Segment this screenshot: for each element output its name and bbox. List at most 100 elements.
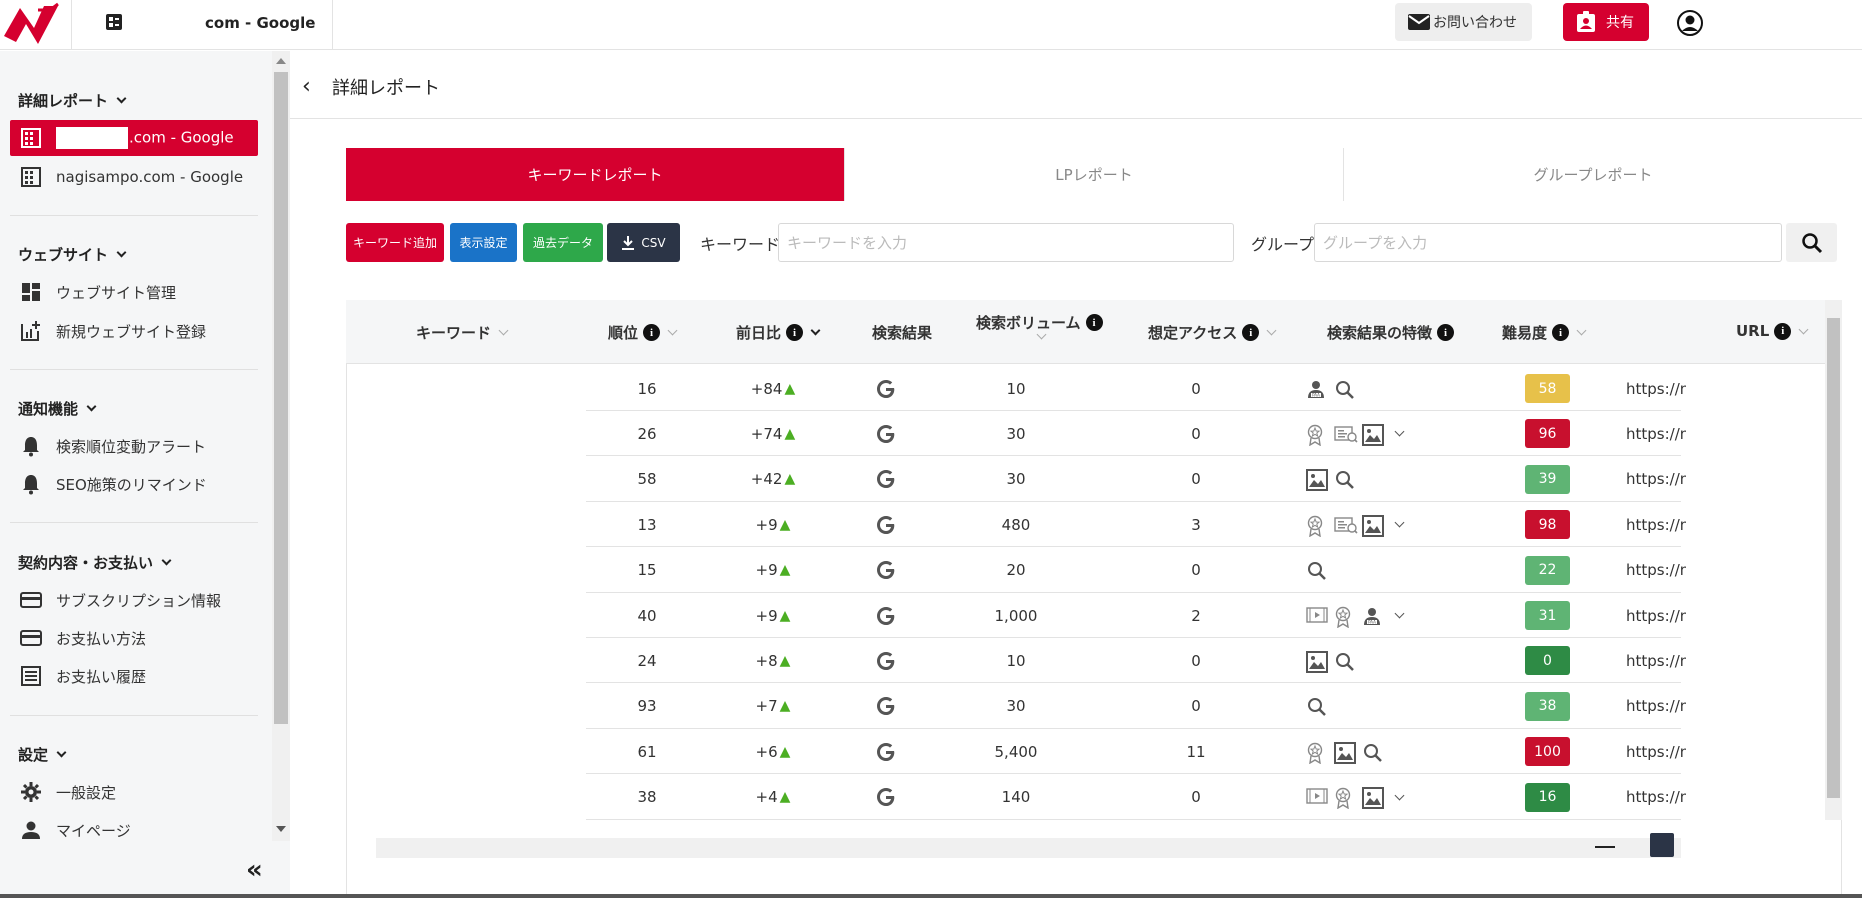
google-icon[interactable] [851, 593, 921, 638]
url-link[interactable]: https://n [1626, 366, 1686, 411]
expand-features-icon[interactable] [1394, 426, 1405, 437]
minimize-icon[interactable] [1583, 833, 1627, 861]
google-icon[interactable] [851, 775, 921, 820]
tab-group-report[interactable]: グループレポート [1344, 148, 1842, 201]
col-url[interactable]: URL i [1736, 322, 1809, 340]
table-row[interactable]: 24 +8 ▲ 10 0 0 https://n [586, 638, 1686, 684]
google-icon[interactable] [851, 502, 921, 547]
info-icon[interactable]: i [1437, 324, 1455, 341]
scroll-up-icon[interactable] [276, 58, 286, 64]
url-link[interactable]: https://n [1626, 411, 1686, 456]
url-link[interactable]: https://n [1626, 502, 1686, 547]
brand-logo[interactable] [0, 0, 72, 50]
csv-button[interactable]: CSV [607, 223, 680, 262]
info-icon[interactable]: i [1774, 322, 1792, 340]
add-keyword-button[interactable]: キーワード追加 [346, 223, 444, 262]
google-icon[interactable] [851, 729, 921, 774]
url-link[interactable]: https://n [1626, 457, 1686, 502]
sidebar-item-nagisampo[interactable]: nagisampo.com - Google [10, 159, 258, 195]
sidebar-item-payment-history[interactable]: お支払い履歴 [10, 658, 258, 694]
search-button[interactable] [1786, 223, 1837, 262]
url-link[interactable]: https://n [1626, 775, 1686, 820]
display-settings-button[interactable]: 表示設定 [450, 223, 517, 262]
col-difficulty[interactable]: 難易度 i [1502, 322, 1587, 343]
table-row[interactable]: 38 +4 ▲ 140 0 16 https://n [586, 775, 1686, 820]
table-row[interactable]: 16 +84 ▲ 10 0 PAA 58 https://n [586, 366, 1686, 411]
video-icon [1306, 787, 1328, 807]
expand-features-icon[interactable] [1394, 517, 1405, 528]
sidebar-item-seo-remind[interactable]: SEO施策のリマインド [10, 466, 258, 502]
col-rank[interactable]: 順位 i [608, 322, 678, 343]
sidebar-item-new-website[interactable]: 新規ウェブサイト登録 [10, 313, 258, 349]
sidebar-item-rank-alert[interactable]: 検索順位変動アラート [10, 428, 258, 464]
col-diff[interactable]: 前日比 i [736, 322, 821, 343]
sidebar-item-website-manage[interactable]: ウェブサイト管理 [10, 274, 258, 310]
table-row[interactable]: 93 +7 ▲ 30 0 38 https://n [586, 684, 1686, 729]
back-icon[interactable]: ‹ [302, 74, 311, 99]
table-row[interactable]: 40 +9 ▲ 1,000 2 PAA 31 https://n [586, 593, 1686, 638]
section-title: 設定 [18, 746, 49, 764]
table-row[interactable]: 13 +9 ▲ 480 3 98 https://n [586, 502, 1686, 548]
col-volume[interactable]: 検索ボリューム i [976, 312, 1103, 340]
sidebar-scroll-thumb[interactable] [274, 72, 288, 724]
collapse-sidebar-icon[interactable]: « [246, 855, 263, 885]
info-icon[interactable]: i [1242, 324, 1260, 341]
sidebar-item-mypage[interactable]: マイページ [10, 812, 258, 848]
col-keyword[interactable]: キーワード [416, 322, 509, 343]
table-horizontal-scrollbar[interactable] [376, 838, 1681, 858]
past-data-button[interactable]: 過去データ [523, 223, 603, 262]
up-arrow-icon: ▲ [779, 607, 791, 624]
url-link[interactable]: https://n [1626, 638, 1686, 683]
chevron-down-icon [56, 747, 67, 758]
col-access[interactable]: 想定アクセス i [1148, 322, 1277, 343]
sidebar-item-label: お支払い方法 [56, 629, 147, 648]
sidebar-item-payment-method[interactable]: お支払い方法 [10, 620, 258, 656]
table-row[interactable]: 58 +42 ▲ 30 0 39 https://n [586, 457, 1686, 502]
url-link[interactable]: https://n [1626, 684, 1686, 729]
header-label: 検索結果 [872, 324, 933, 342]
divider [332, 0, 333, 50]
section-notifications[interactable]: 通知機能 [18, 398, 97, 419]
keyword-input[interactable]: キーワードを入力 [778, 223, 1234, 262]
expand-features-icon[interactable] [1394, 608, 1405, 619]
contact-button[interactable]: お問い合わせ [1395, 3, 1532, 41]
google-icon[interactable] [851, 638, 921, 683]
sidebar-item-report-google[interactable]: .com - Google [10, 120, 258, 156]
url-link[interactable]: https://n [1626, 548, 1686, 593]
google-icon[interactable] [851, 548, 921, 593]
google-icon[interactable] [851, 411, 921, 456]
table-row[interactable]: 61 +6 ▲ 5,400 11 100 https://n [586, 729, 1686, 775]
tab-keyword-report[interactable]: キーワードレポート [346, 148, 845, 201]
url-link[interactable]: https://n [1626, 593, 1686, 638]
url-link[interactable]: https://n [1626, 729, 1686, 774]
info-icon[interactable]: i [643, 324, 661, 341]
section-settings[interactable]: 設定 [18, 744, 67, 765]
group-input[interactable]: グループを入力 [1314, 223, 1782, 262]
section-detail-report[interactable]: 詳細レポート [18, 90, 127, 111]
scroll-down-icon[interactable] [276, 826, 286, 832]
expand-features-icon[interactable] [1394, 790, 1405, 801]
google-icon[interactable] [851, 366, 921, 411]
apps-menu-icon[interactable] [104, 12, 124, 32]
google-icon[interactable] [851, 457, 921, 502]
table-row[interactable]: 15 +9 ▲ 20 0 22 https://n [586, 548, 1686, 593]
info-icon[interactable]: i [1085, 314, 1103, 331]
search-icon [1306, 696, 1326, 717]
up-arrow-icon: ▲ [779, 562, 791, 579]
sidebar-item-general-settings[interactable]: 一般設定 [10, 774, 258, 810]
maximize-icon[interactable] [1650, 833, 1674, 857]
info-icon[interactable]: i [786, 324, 804, 341]
features-cell [1306, 411, 1446, 456]
share-button[interactable]: 共有 [1563, 3, 1649, 41]
google-icon[interactable] [851, 684, 921, 729]
table-scroll-thumb[interactable] [1827, 318, 1840, 798]
account-icon[interactable] [1676, 9, 1704, 37]
section-website[interactable]: ウェブサイト [18, 244, 127, 265]
person-icon [22, 821, 40, 839]
section-contract[interactable]: 契約内容・お支払い [18, 552, 172, 573]
rank-cell: 26 [637, 424, 657, 443]
sidebar-item-subscription[interactable]: サブスクリプション情報 [10, 582, 258, 618]
info-icon[interactable]: i [1552, 324, 1570, 341]
tab-lp-report[interactable]: LPレポート [845, 148, 1344, 201]
table-row[interactable]: 26 +74 ▲ 30 0 96 https://n [586, 411, 1686, 457]
